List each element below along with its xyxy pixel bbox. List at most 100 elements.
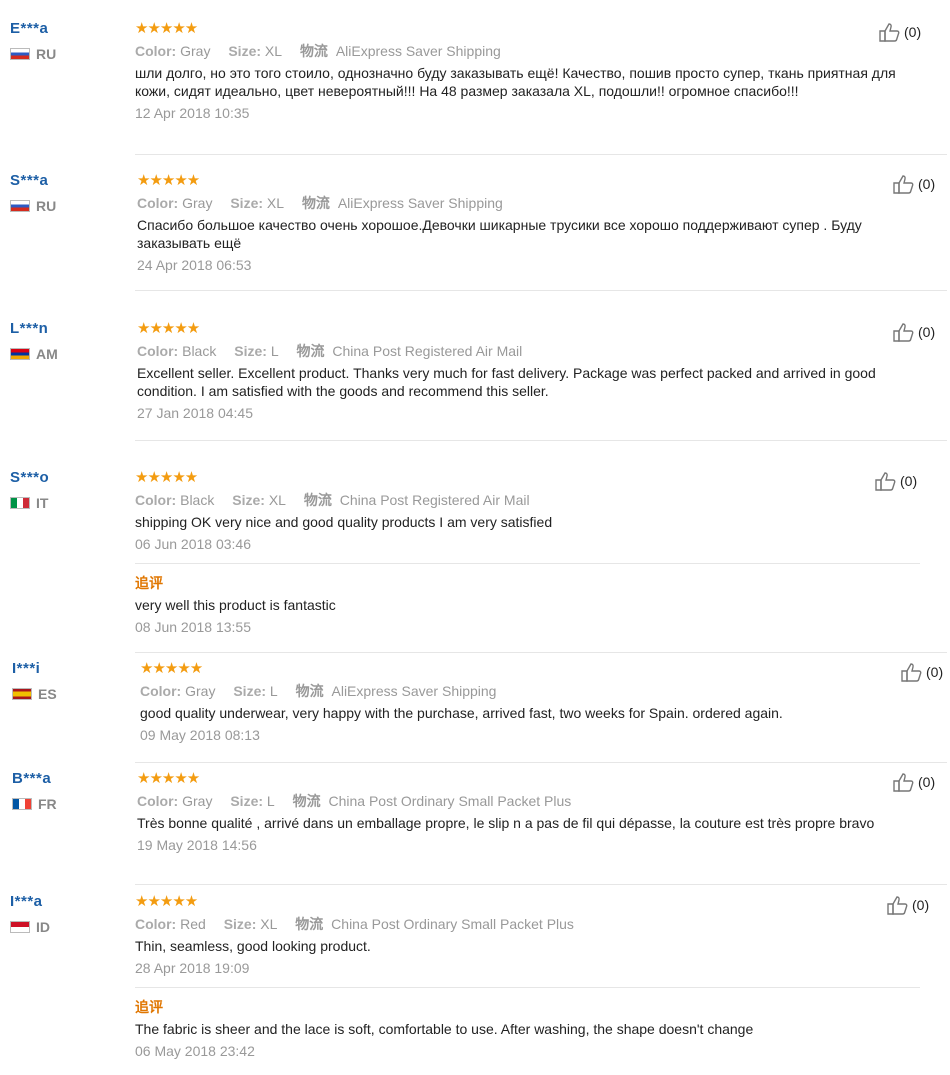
country-code: RU <box>36 46 57 62</box>
reviewer-info: I***i ES <box>12 660 122 702</box>
review-date: 28 Apr 2018 19:09 <box>135 960 250 976</box>
reviewer-country: RU <box>10 198 120 214</box>
country-code: IT <box>36 495 49 511</box>
review-date: 06 Jun 2018 03:46 <box>135 536 251 552</box>
reviewer-info: B***a FR <box>12 770 122 812</box>
reviewer-info: E***a RU <box>10 20 120 62</box>
review-divider <box>135 762 947 763</box>
color-label: Color: <box>137 793 179 809</box>
reviewer-info: S***o IT <box>10 469 120 511</box>
review-meta: Color: Gray Size: L 物流 AliExpress Saver … <box>140 682 930 700</box>
review-date: 24 Apr 2018 06:53 <box>137 257 252 273</box>
size-label: Size: <box>230 793 264 809</box>
review-divider <box>135 154 947 155</box>
review-content: ★★★★★ Color: Black Size: XL 物流 China Pos… <box>135 469 925 636</box>
country-code: RU <box>36 198 57 214</box>
size-label: Size: <box>233 683 267 699</box>
reviewer-country: AM <box>10 346 120 362</box>
reviewer-name: I***i <box>12 660 41 677</box>
shipping-method: AliExpress Saver Shipping <box>335 43 501 59</box>
shipping-method: China Post Ordinary Small Packet Plus <box>328 793 572 809</box>
review-content: ★★★★★ Color: Gray Size: L 物流 China Post … <box>137 770 927 854</box>
star-rating: ★★★★★ <box>137 320 200 337</box>
star-rating: ★★★★★ <box>137 172 200 189</box>
review-meta: Color: Black Size: L 物流 China Post Regis… <box>137 342 927 360</box>
country-flag-icon <box>12 688 32 700</box>
helpful-count: (0) <box>918 774 936 790</box>
color-value: Gray <box>182 195 213 211</box>
reviewer-name: S***a <box>10 172 49 189</box>
review-divider <box>135 884 947 885</box>
additional-review-text: The fabric is sheer and the lace is soft… <box>135 1021 754 1037</box>
helpful-button[interactable]: (0) <box>892 772 935 792</box>
thumbs-up-icon <box>879 23 900 42</box>
color-value: Gray <box>180 43 211 59</box>
shipping-label: 物流 <box>299 43 328 59</box>
reviewer-name: L***n <box>10 320 49 337</box>
review-divider <box>135 290 947 291</box>
color-label: Color: <box>135 43 177 59</box>
size-value: L <box>270 343 279 359</box>
shipping-label: 物流 <box>295 916 324 932</box>
color-label: Color: <box>135 492 177 508</box>
review-text: shipping OK very nice and good quality p… <box>135 514 553 530</box>
review-content: ★★★★★ Color: Red Size: XL 物流 China Post … <box>135 893 925 1060</box>
size-value: XL <box>260 916 278 932</box>
review-meta: Color: Black Size: XL 物流 China Post Regi… <box>135 491 925 509</box>
additional-review-text: very well this product is fantastic <box>135 597 336 613</box>
country-code: AM <box>36 346 58 362</box>
reviewer-country: ID <box>10 919 120 935</box>
star-rating: ★★★★★ <box>135 469 198 486</box>
review-text: шли долго, но это того стоило, однозначн… <box>135 65 896 99</box>
helpful-count: (0) <box>918 176 936 192</box>
country-code: ID <box>36 919 50 935</box>
review-meta: Color: Red Size: XL 物流 China Post Ordina… <box>135 915 925 933</box>
review-text: Très bonne qualité , arrivé dans un emba… <box>137 815 875 831</box>
shipping-method: China Post Ordinary Small Packet Plus <box>331 916 574 932</box>
helpful-button[interactable]: (0) <box>892 322 935 342</box>
size-value: XL <box>268 492 286 508</box>
size-label: Size: <box>232 492 265 508</box>
shipping-method: AliExpress Saver Shipping <box>337 195 503 211</box>
star-rating: ★★★★★ <box>135 20 198 37</box>
review-text: good quality underwear, very happy with … <box>140 705 783 721</box>
helpful-button[interactable]: (0) <box>892 174 935 194</box>
shipping-label: 物流 <box>303 492 332 508</box>
size-value: XL <box>264 43 283 59</box>
size-value: XL <box>266 195 285 211</box>
helpful-button[interactable]: (0) <box>886 895 929 915</box>
thumbs-up-icon <box>893 175 914 194</box>
color-label: Color: <box>135 916 177 932</box>
color-label: Color: <box>137 343 179 359</box>
color-value: Gray <box>182 793 213 809</box>
helpful-count: (0) <box>926 664 944 680</box>
thumbs-up-icon <box>893 773 914 792</box>
review-date: 12 Apr 2018 10:35 <box>135 105 250 121</box>
review-text: Thin, seamless, good looking product. <box>135 938 371 954</box>
review-content: ★★★★★ Color: Gray Size: XL 物流 AliExpress… <box>135 20 925 122</box>
country-flag-icon <box>10 200 30 212</box>
star-rating: ★★★★★ <box>137 770 200 787</box>
color-value: Black <box>182 343 217 359</box>
review-content: ★★★★★ Color: Gray Size: XL 物流 AliExpress… <box>137 172 927 274</box>
country-flag-icon <box>10 921 30 933</box>
reviewer-country: RU <box>10 46 120 62</box>
helpful-button[interactable]: (0) <box>878 22 921 42</box>
size-label: Size: <box>234 343 267 359</box>
helpful-button[interactable]: (0) <box>900 662 943 682</box>
additional-review-divider <box>135 563 920 564</box>
additional-review-date: 06 May 2018 23:42 <box>135 1043 255 1059</box>
shipping-method: China Post Registered Air Mail <box>339 492 530 508</box>
reviewer-country: ES <box>12 686 122 702</box>
size-label: Size: <box>228 43 262 59</box>
helpful-button[interactable]: (0) <box>874 471 917 491</box>
additional-review-label: 追评 <box>135 575 163 591</box>
shipping-method: China Post Registered Air Mail <box>332 343 523 359</box>
reviewer-country: IT <box>10 495 120 511</box>
review-divider <box>135 440 947 441</box>
color-label: Color: <box>140 683 182 699</box>
shipping-method: AliExpress Saver Shipping <box>331 683 497 699</box>
review-text: Excellent seller. Excellent product. Tha… <box>137 365 876 399</box>
review-meta: Color: Gray Size: L 物流 China Post Ordina… <box>137 792 927 810</box>
shipping-label: 物流 <box>295 683 324 699</box>
